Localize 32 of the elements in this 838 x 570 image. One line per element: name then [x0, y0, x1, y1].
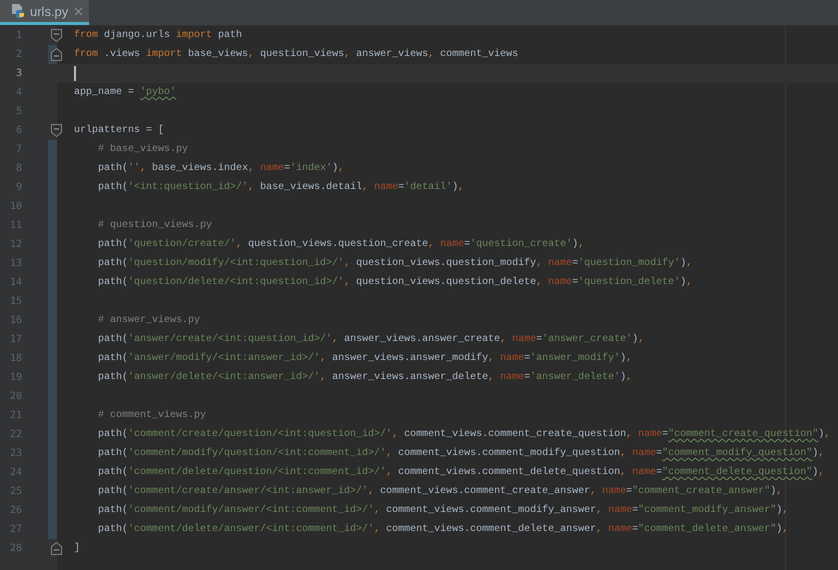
file-tab[interactable]: urls.py [0, 0, 90, 25]
code-line: path('question/delete/<int:question_id>/', question_views.question_delete, name='question_delete'), [97, 276, 692, 290]
code-line: # comment_views.py [97, 408, 206, 423]
code-line: from .views import base_views, question_views, answer_views, comment_views [74, 48, 518, 62]
code-line: path('comment/delete/question/<int:comment_id>/', comment_views.comment_delete_question, name="comment_delete_question"), [97, 466, 824, 480]
code-line: path('answer/delete/<int:answer_id>/', answer_views.answer_delete, name='answer_delete'), [97, 370, 632, 385]
fold-icon[interactable] [51, 29, 62, 42]
code-line: path('comment/delete/answer/<int:comment_id>/', comment_views.comment_delete_answer, name="comment_delete_answer"), [97, 522, 788, 537]
code-line: path('comment/modify/question/<int:comment_id>/', comment_views.comment_modify_question, name="comment_modify_question"), [97, 446, 824, 461]
tab-title: urls.py [30, 4, 68, 18]
code-line: path('comment/modify/answer/<int:comment_id>/', comment_views.comment_modify_answer, name="comment_modify_answer"), [97, 504, 788, 518]
text-cursor [74, 66, 76, 81]
code-line: # question_views.py [97, 218, 212, 233]
fold-icon[interactable] [51, 124, 62, 137]
code-line: # answer_views.py [97, 314, 200, 328]
code-line: path('answer/create/<int:question_id>/', answer_views.answer_create, name='answer_create'), [97, 332, 644, 347]
code-line: path('question/create/', question_views.question_create, name='question_create'), [97, 238, 584, 252]
code-line: path('comment/create/answer/<int:answer_id>/', comment_views.comment_create_answer, name="comment_create_answer"), [97, 484, 782, 499]
fold-icon[interactable] [51, 48, 62, 61]
code-line: path('answer/modify/<int:answer_id>/', answer_views.answer_modify, name='answer_modify'), [97, 352, 632, 366]
code-line: path('<int:question_id>/', base_views.detail, name='detail'), [97, 180, 464, 195]
code-line: ] [74, 542, 80, 556]
python-file-icon [10, 3, 26, 19]
code-line: path('question/modify/<int:question_id>/', question_views.question_modify, name='question_modify'), [97, 256, 692, 271]
code-line: app_name = 'pybo' [74, 86, 176, 100]
code-line: path('comment/create/question/<int:question_id>/', comment_views.comment_create_question, name="comment_create_question"), [97, 428, 830, 442]
code-line: urlpatterns = [ [74, 124, 164, 138]
line-number: 3 [14, 68, 22, 79]
fold-icon[interactable] [51, 542, 62, 555]
code-line: # base_views.py [97, 142, 188, 157]
code-line: path('', base_views.index, name='index'), [97, 162, 344, 176]
code-line: from django.urls import path [74, 28, 242, 43]
